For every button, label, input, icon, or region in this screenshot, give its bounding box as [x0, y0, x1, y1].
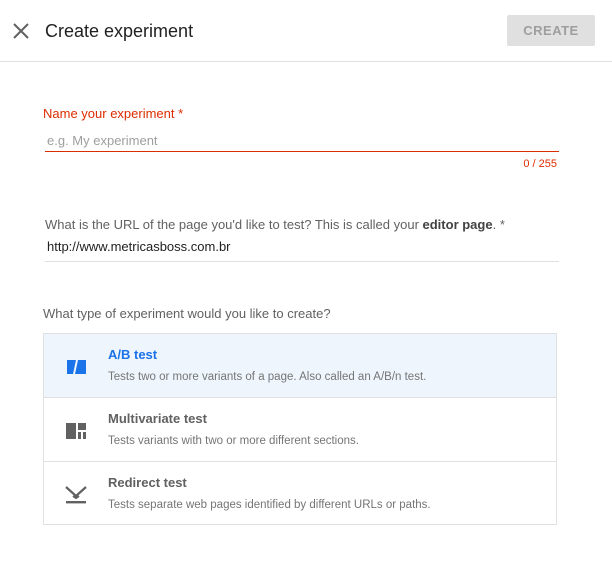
option-redirect-test[interactable]: Redirect test Tests separate web pages i… — [44, 462, 556, 525]
experiment-name-input[interactable] — [45, 129, 559, 152]
redirect-test-icon — [65, 486, 87, 504]
dialog-title: Create experiment — [45, 21, 194, 41]
editor-page-url-input[interactable]: http://www.metricasboss.com.br — [45, 239, 559, 262]
character-counter: 0 / 255 — [523, 158, 557, 170]
url-field-label: What is the URL of the page you'd like t… — [45, 217, 505, 232]
url-label-suffix: . * — [492, 217, 505, 232]
option-ab-test[interactable]: A/B test Tests two or more variants of a… — [44, 334, 556, 397]
close-icon[interactable] — [11, 21, 31, 41]
option-description: Tests separate web pages identified by d… — [108, 499, 431, 511]
multivariate-test-icon — [66, 423, 86, 439]
option-description: Tests two or more variants of a page. Al… — [108, 371, 427, 383]
url-label-prefix: What is the URL of the page you'd like t… — [45, 217, 423, 232]
option-title: Redirect test — [108, 475, 187, 490]
experiment-type-label: What type of experiment would you like t… — [43, 306, 331, 321]
url-label-bold: editor page — [422, 217, 493, 232]
option-title: A/B test — [108, 347, 158, 362]
option-description: Tests variants with two or more differen… — [108, 435, 359, 447]
name-field-label: Name your experiment * — [43, 106, 184, 121]
option-multivariate-test[interactable]: Multivariate test Tests variants with tw… — [44, 398, 556, 461]
ab-test-icon — [67, 360, 86, 374]
create-button[interactable]: CREATE — [507, 15, 595, 46]
experiment-type-list: A/B test Tests two or more variants of a… — [43, 333, 557, 525]
option-title: Multivariate test — [108, 411, 207, 426]
dialog-header: Create experiment CREATE — [0, 0, 612, 62]
